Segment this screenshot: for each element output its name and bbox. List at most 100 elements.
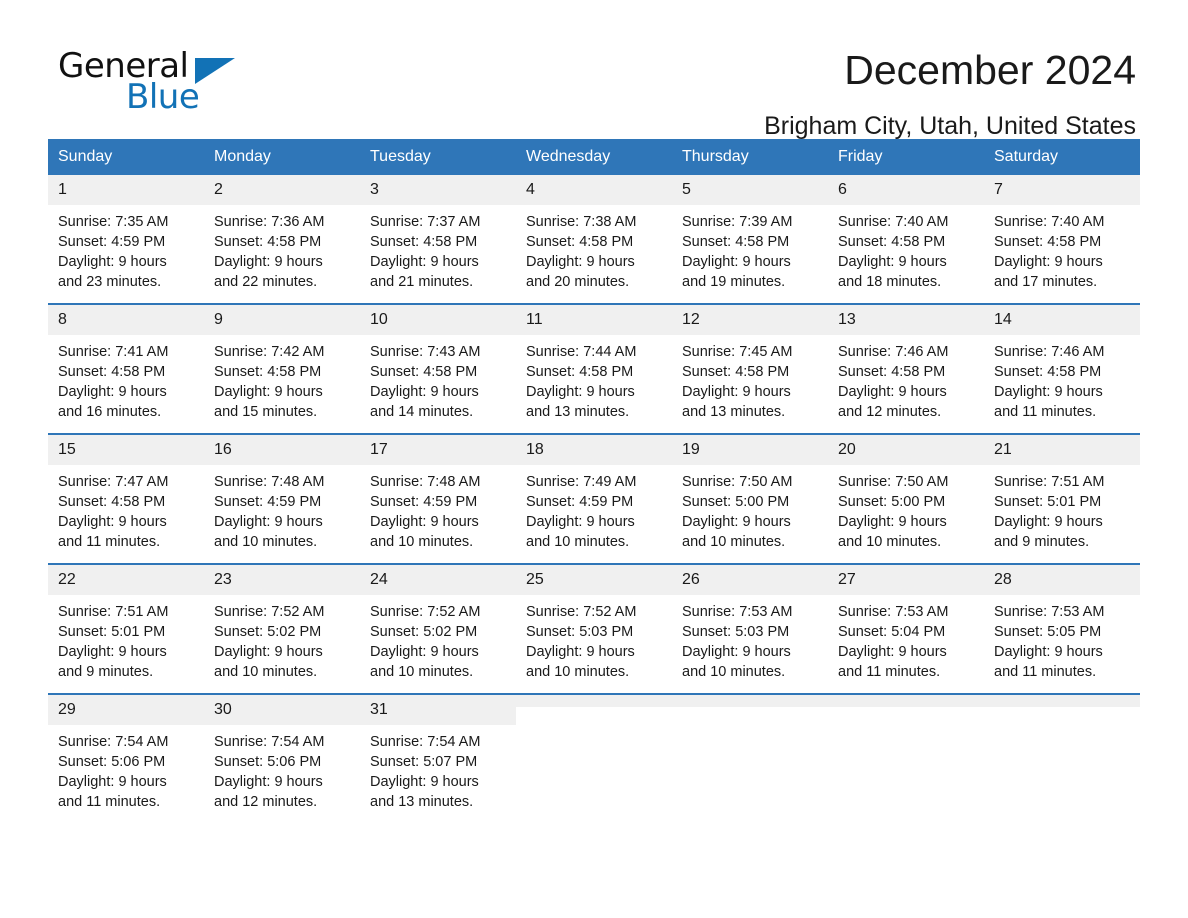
day-details: Sunrise: 7:53 AM Sunset: 5:04 PM Dayligh…	[828, 595, 984, 682]
daylight-text-line1: Daylight: 9 hours	[994, 254, 1103, 270]
daylight-text-line1: Daylight: 9 hours	[214, 384, 323, 400]
day-cell[interactable]: 1 Sunrise: 7:35 AM Sunset: 4:59 PM Dayli…	[48, 175, 204, 293]
sunset-text: Sunset: 4:58 PM	[370, 234, 478, 250]
day-cell[interactable]: 28 Sunrise: 7:53 AM Sunset: 5:05 PM Dayl…	[984, 565, 1140, 683]
sunset-text: Sunset: 4:58 PM	[682, 364, 790, 380]
daylight-text-line1: Daylight: 9 hours	[370, 514, 479, 530]
logo-text-blue: Blue	[126, 77, 200, 117]
day-details: Sunrise: 7:54 AM Sunset: 5:07 PM Dayligh…	[360, 725, 516, 812]
day-cell[interactable]: 13 Sunrise: 7:46 AM Sunset: 4:58 PM Dayl…	[828, 305, 984, 423]
day-cell[interactable]: 21 Sunrise: 7:51 AM Sunset: 5:01 PM Dayl…	[984, 435, 1140, 553]
day-number: 23	[204, 565, 360, 595]
daylight-text-line1: Daylight: 9 hours	[838, 644, 947, 660]
day-cell[interactable]: 22 Sunrise: 7:51 AM Sunset: 5:01 PM Dayl…	[48, 565, 204, 683]
day-cell[interactable]: 9 Sunrise: 7:42 AM Sunset: 4:58 PM Dayli…	[204, 305, 360, 423]
day-cell[interactable]: 17 Sunrise: 7:48 AM Sunset: 4:59 PM Dayl…	[360, 435, 516, 553]
daylight-text-line1: Daylight: 9 hours	[370, 644, 479, 660]
sunset-text: Sunset: 4:58 PM	[58, 364, 166, 380]
daylight-text-line2: and 14 minutes.	[370, 404, 474, 420]
day-cell[interactable]: 20 Sunrise: 7:50 AM Sunset: 5:00 PM Dayl…	[828, 435, 984, 553]
day-cell[interactable]: 11 Sunrise: 7:44 AM Sunset: 4:58 PM Dayl…	[516, 305, 672, 423]
daylight-text-line1: Daylight: 9 hours	[58, 774, 167, 790]
day-details: Sunrise: 7:46 AM Sunset: 4:58 PM Dayligh…	[828, 335, 984, 422]
sunrise-text: Sunrise: 7:49 AM	[526, 474, 637, 490]
day-cell[interactable]: 29 Sunrise: 7:54 AM Sunset: 5:06 PM Dayl…	[48, 695, 204, 813]
daylight-text-line2: and 13 minutes.	[682, 404, 786, 420]
day-number: 14	[984, 305, 1140, 335]
daylight-text-line1: Daylight: 9 hours	[526, 514, 635, 530]
calendar-page: General Blue December 2024 Brigham City,…	[0, 0, 1188, 918]
day-cell[interactable]: 8 Sunrise: 7:41 AM Sunset: 4:58 PM Dayli…	[48, 305, 204, 423]
day-cell[interactable]: 19 Sunrise: 7:50 AM Sunset: 5:00 PM Dayl…	[672, 435, 828, 553]
day-cell[interactable]: 14 Sunrise: 7:46 AM Sunset: 4:58 PM Dayl…	[984, 305, 1140, 423]
daylight-text-line2: and 11 minutes.	[994, 664, 1097, 680]
day-cell[interactable]: 23 Sunrise: 7:52 AM Sunset: 5:02 PM Dayl…	[204, 565, 360, 683]
day-cell[interactable]: 4 Sunrise: 7:38 AM Sunset: 4:58 PM Dayli…	[516, 175, 672, 293]
day-cell[interactable]: 24 Sunrise: 7:52 AM Sunset: 5:02 PM Dayl…	[360, 565, 516, 683]
sunrise-text: Sunrise: 7:39 AM	[682, 214, 793, 230]
daylight-text-line1: Daylight: 9 hours	[994, 514, 1103, 530]
daylight-text-line2: and 9 minutes.	[994, 534, 1090, 550]
day-number: 2	[204, 175, 360, 205]
day-details: Sunrise: 7:44 AM Sunset: 4:58 PM Dayligh…	[516, 335, 672, 422]
sunset-text: Sunset: 5:05 PM	[994, 624, 1102, 640]
weekday-header-wednesday: Wednesday	[526, 148, 611, 165]
daylight-text-line2: and 10 minutes.	[682, 534, 786, 550]
daylight-text-line1: Daylight: 9 hours	[526, 644, 635, 660]
day-number: 10	[360, 305, 516, 335]
sunset-text: Sunset: 4:59 PM	[214, 494, 322, 510]
day-cell[interactable]: 5 Sunrise: 7:39 AM Sunset: 4:58 PM Dayli…	[672, 175, 828, 293]
day-details: Sunrise: 7:53 AM Sunset: 5:05 PM Dayligh…	[984, 595, 1140, 682]
day-number: 28	[984, 565, 1140, 595]
sunset-text: Sunset: 5:02 PM	[214, 624, 322, 640]
day-cell[interactable]: 26 Sunrise: 7:53 AM Sunset: 5:03 PM Dayl…	[672, 565, 828, 683]
weekday-header-friday: Friday	[838, 148, 883, 165]
sunrise-text: Sunrise: 7:38 AM	[526, 214, 637, 230]
day-number: 12	[672, 305, 828, 335]
sunset-text: Sunset: 4:59 PM	[58, 234, 166, 250]
day-cell[interactable]: 27 Sunrise: 7:53 AM Sunset: 5:04 PM Dayl…	[828, 565, 984, 683]
weekday-header-thursday: Thursday	[682, 148, 749, 165]
daylight-text-line2: and 9 minutes.	[58, 664, 154, 680]
day-details: Sunrise: 7:43 AM Sunset: 4:58 PM Dayligh…	[360, 335, 516, 422]
daylight-text-line2: and 11 minutes.	[994, 404, 1097, 420]
day-cell[interactable]: 7 Sunrise: 7:40 AM Sunset: 4:58 PM Dayli…	[984, 175, 1140, 293]
day-cell[interactable]: 3 Sunrise: 7:37 AM Sunset: 4:58 PM Dayli…	[360, 175, 516, 293]
day-details: Sunrise: 7:54 AM Sunset: 5:06 PM Dayligh…	[48, 725, 204, 812]
day-cell[interactable]: 2 Sunrise: 7:36 AM Sunset: 4:58 PM Dayli…	[204, 175, 360, 293]
daylight-text-line1: Daylight: 9 hours	[214, 254, 323, 270]
sunrise-text: Sunrise: 7:52 AM	[214, 604, 325, 620]
weekday-header-saturday: Saturday	[994, 148, 1059, 165]
daylight-text-line1: Daylight: 9 hours	[682, 254, 791, 270]
sunrise-text: Sunrise: 7:43 AM	[370, 344, 481, 360]
day-number	[984, 695, 1140, 707]
day-details: Sunrise: 7:47 AM Sunset: 4:58 PM Dayligh…	[48, 465, 204, 552]
day-cell[interactable]: 6 Sunrise: 7:40 AM Sunset: 4:58 PM Dayli…	[828, 175, 984, 293]
day-cell-empty	[516, 695, 672, 813]
day-details	[984, 707, 1140, 714]
sunrise-text: Sunrise: 7:51 AM	[58, 604, 169, 620]
day-cell[interactable]: 12 Sunrise: 7:45 AM Sunset: 4:58 PM Dayl…	[672, 305, 828, 423]
day-cell[interactable]: 25 Sunrise: 7:52 AM Sunset: 5:03 PM Dayl…	[516, 565, 672, 683]
general-blue-logo[interactable]: General Blue	[48, 46, 348, 124]
day-number: 25	[516, 565, 672, 595]
daylight-text-line2: and 11 minutes.	[838, 664, 941, 680]
sunset-text: Sunset: 4:58 PM	[214, 364, 322, 380]
day-cell[interactable]: 30 Sunrise: 7:54 AM Sunset: 5:06 PM Dayl…	[204, 695, 360, 813]
day-cell[interactable]: 15 Sunrise: 7:47 AM Sunset: 4:58 PM Dayl…	[48, 435, 204, 553]
sunrise-text: Sunrise: 7:42 AM	[214, 344, 325, 360]
day-cell[interactable]: 10 Sunrise: 7:43 AM Sunset: 4:58 PM Dayl…	[360, 305, 516, 423]
day-details: Sunrise: 7:40 AM Sunset: 4:58 PM Dayligh…	[984, 205, 1140, 292]
daylight-text-line2: and 11 minutes.	[58, 794, 161, 810]
sunset-text: Sunset: 4:58 PM	[838, 234, 946, 250]
daylight-text-line1: Daylight: 9 hours	[58, 254, 167, 270]
location-subtitle: Brigham City, Utah, United States	[764, 112, 1136, 140]
day-cell[interactable]: 31 Sunrise: 7:54 AM Sunset: 5:07 PM Dayl…	[360, 695, 516, 813]
day-number: 13	[828, 305, 984, 335]
day-cell[interactable]: 18 Sunrise: 7:49 AM Sunset: 4:59 PM Dayl…	[516, 435, 672, 553]
sunset-text: Sunset: 4:58 PM	[994, 234, 1102, 250]
sunset-text: Sunset: 5:01 PM	[994, 494, 1102, 510]
sunset-text: Sunset: 4:58 PM	[838, 364, 946, 380]
daylight-text-line1: Daylight: 9 hours	[370, 254, 479, 270]
day-cell[interactable]: 16 Sunrise: 7:48 AM Sunset: 4:59 PM Dayl…	[204, 435, 360, 553]
